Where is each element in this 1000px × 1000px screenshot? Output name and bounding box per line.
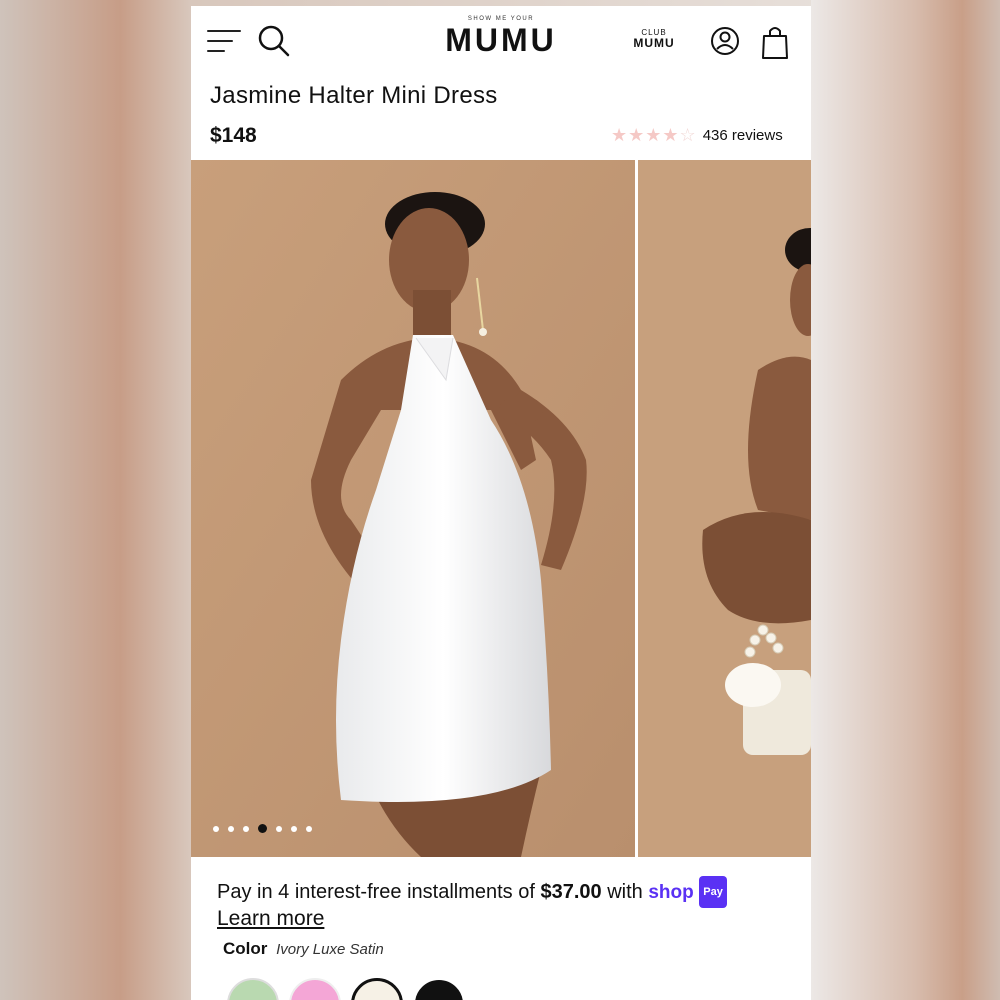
carousel-dot[interactable]	[276, 825, 282, 832]
color-swatch-black[interactable]	[413, 978, 465, 1000]
product-image-next[interactable]	[638, 160, 811, 857]
carousel-dot[interactable]	[258, 824, 267, 833]
brand-logo[interactable]: SHOW ME YOUR MUMU	[431, 16, 571, 56]
review-count: 436 reviews	[702, 126, 783, 144]
learn-more-link[interactable]: Learn more	[217, 907, 324, 931]
star-rating-icon: ★★★★☆	[611, 124, 697, 145]
color-selector-label: Color Ivory Luxe Satin	[223, 939, 384, 959]
product-image-main[interactable]	[191, 160, 635, 857]
background-blur-right	[811, 0, 1000, 1000]
installments-prefix: Pay in 4 interest-free installments of	[217, 881, 541, 903]
club-name: MUMU	[633, 36, 675, 50]
product-title: Jasmine Halter Mini Dress	[210, 82, 498, 109]
product-price: $148	[210, 124, 257, 147]
rating-summary[interactable]: ★★★★☆ 436 reviews	[611, 124, 783, 146]
carousel-dot[interactable]	[243, 825, 249, 832]
shop-pay-badge: Pay	[699, 876, 727, 908]
brand-name: MUMU	[445, 22, 557, 58]
club-mumu-link[interactable]: CLUB MUMU	[629, 28, 679, 49]
product-image-carousel[interactable]	[191, 160, 811, 857]
carousel-dot[interactable]	[228, 825, 234, 832]
color-swatch-mint[interactable]	[227, 978, 279, 1000]
carousel-dot[interactable]	[306, 825, 312, 832]
color-swatch-pink[interactable]	[289, 978, 341, 1000]
product-page: SHOW ME YOUR MUMU CLUB MUMU Jasmine Halt…	[191, 6, 811, 1000]
menu-icon[interactable]	[207, 28, 243, 56]
model-photo-crouching	[638, 160, 811, 857]
account-icon[interactable]	[710, 26, 740, 56]
selected-color-name: Ivory Luxe Satin	[276, 941, 384, 958]
model-photo	[191, 160, 635, 857]
shop-pay-logo: shop	[648, 882, 694, 903]
carousel-dot[interactable]	[213, 825, 219, 832]
shopping-bag-icon[interactable]	[761, 24, 789, 60]
search-icon[interactable]	[257, 24, 291, 58]
installments-message: Pay in 4 interest-free installments of $…	[217, 876, 807, 908]
carousel-dot[interactable]	[291, 825, 297, 832]
color-label: Color	[223, 939, 268, 958]
installment-amount: $37.00	[540, 881, 602, 903]
color-swatch-ivory[interactable]	[351, 978, 403, 1000]
installments-suffix: with	[601, 881, 649, 903]
site-header: SHOW ME YOUR MUMU CLUB MUMU	[191, 6, 811, 78]
carousel-pagination	[213, 824, 312, 833]
